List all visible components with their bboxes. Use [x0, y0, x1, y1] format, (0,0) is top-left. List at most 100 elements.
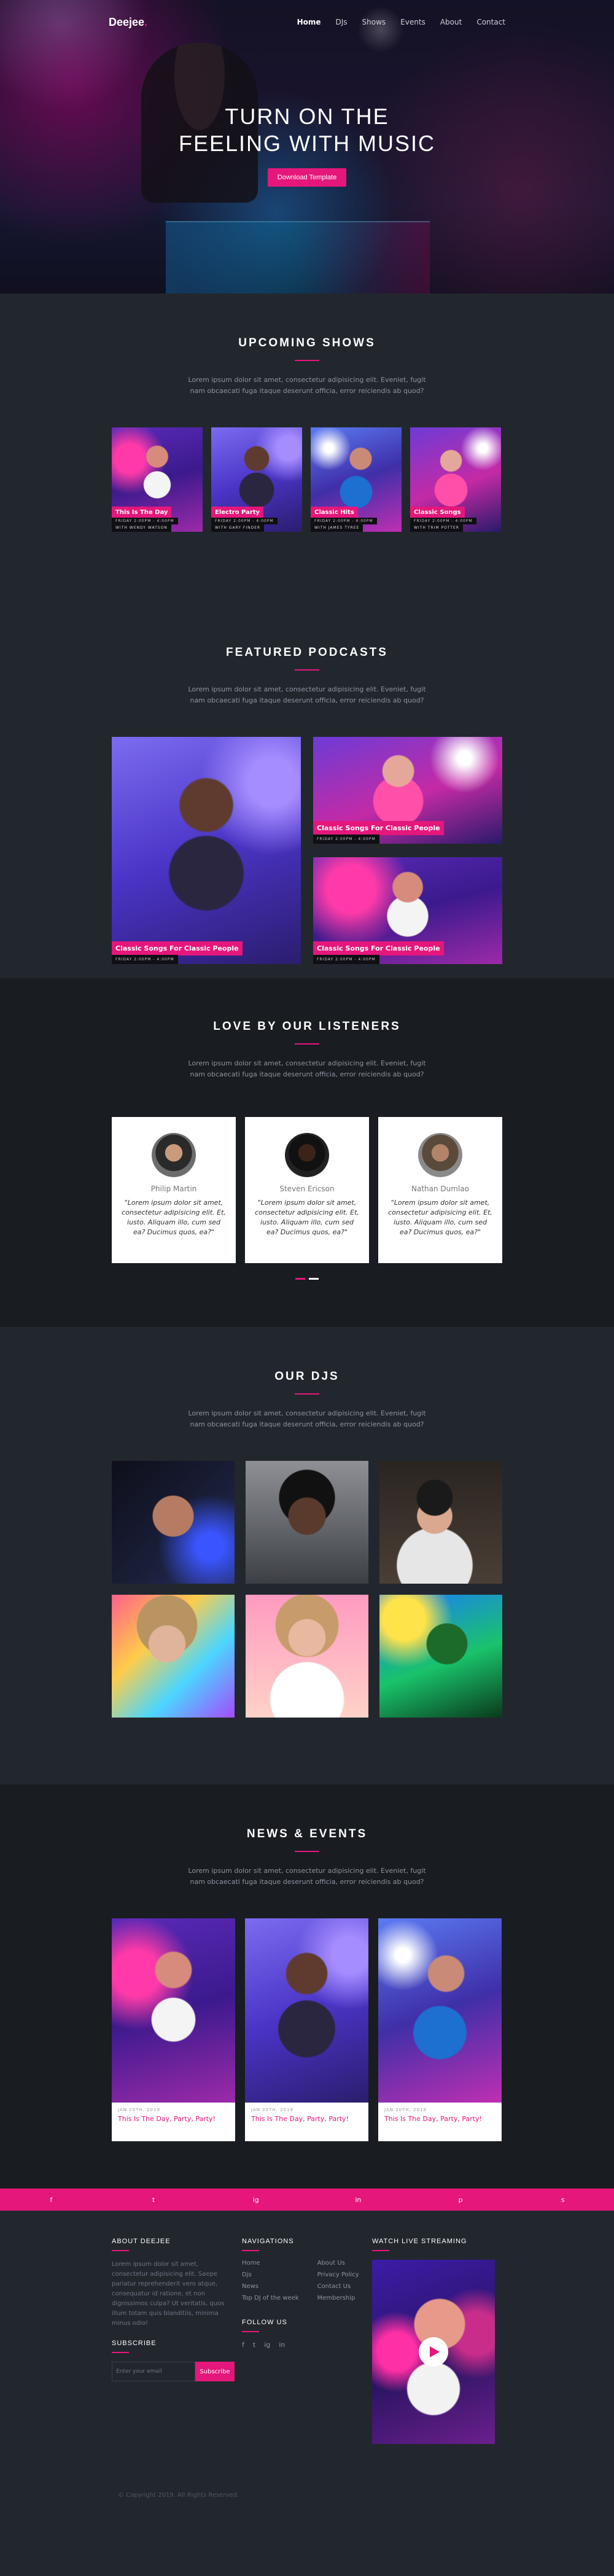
nav-item-shows[interactable]: Shows: [362, 18, 386, 26]
testimonial-quote: "Lorem ipsum dolor sit amet, consectetur…: [255, 1199, 359, 1236]
news-title[interactable]: This Is The Day, Party, Party!: [251, 2115, 362, 2123]
podcast-time: FRIDAY 2:00PM - 4:00PM: [112, 955, 178, 964]
podcast-card[interactable]: Classic Songs For Classic People FRIDAY …: [313, 857, 502, 964]
footer-link[interactable]: Top DJ of the week: [242, 2295, 299, 2302]
podcast-title: Classic Songs For Classic People: [313, 821, 444, 835]
news-card[interactable]: JAN 20TH, 2019 This Is The Day, Party, P…: [378, 1918, 502, 2141]
news-date: JAN 20TH, 2019: [251, 2107, 293, 2112]
title-divider: [295, 1043, 319, 1045]
avatar: [285, 1133, 329, 1177]
dj-grid: [112, 1461, 502, 1718]
carousel-dot[interactable]: [295, 1278, 305, 1280]
listener-name: Philip Martin: [150, 1185, 197, 1193]
live-stream-video[interactable]: [372, 2260, 495, 2444]
avatar: [418, 1133, 462, 1177]
footer-heading: FOLLOW US: [242, 2319, 287, 2326]
podcast-card[interactable]: Classic Songs For Classic People FRIDAY …: [313, 737, 502, 844]
nav-item-home[interactable]: Home: [297, 18, 321, 26]
dj-photo[interactable]: [112, 1461, 235, 1584]
section-description: Lorem ipsum dolor sit amet, consectetur …: [188, 1867, 426, 1886]
footer-link[interactable]: News: [242, 2283, 299, 2290]
facebook-icon[interactable]: f: [0, 2196, 103, 2204]
about-text: Lorem ipsum dolor sit amet, consectetur …: [112, 2261, 225, 2327]
news-image: [112, 1918, 235, 2103]
footer-link[interactable]: Contact Us: [317, 2283, 359, 2290]
news-title[interactable]: This Is The Day, Party, Party!: [384, 2115, 495, 2123]
dj-photo[interactable]: [379, 1461, 502, 1584]
logo[interactable]: Deejee.: [109, 16, 147, 29]
dj-photo[interactable]: [112, 1595, 235, 1718]
title-divider: [295, 669, 319, 671]
testimonial-quote: "Lorem ipsum dolor sit amet, consectetur…: [122, 1199, 226, 1236]
testimonial-carousel: Philip Martin "Lorem ipsum dolor sit ame…: [112, 1117, 502, 1263]
footer-about: ABOUT DEEJEE Lorem ipsum dolor sit amet,…: [112, 2238, 242, 2444]
featured-podcasts-section: FEATURED PODCASTS Lorem ipsum dolor sit …: [0, 612, 614, 978]
nav-item-contact[interactable]: Contact: [476, 18, 505, 26]
hero-content: TURN ON THE FEELING WITH MUSIC Download T…: [0, 103, 614, 187]
nav-item-djs[interactable]: DJs: [336, 18, 348, 26]
follow-links: f t ig in: [242, 2341, 372, 2349]
news-card[interactable]: JAN 20TH, 2019 This Is The Day, Party, P…: [245, 1918, 368, 2141]
podcast-card[interactable]: Classic Songs For Classic People FRIDAY …: [112, 737, 301, 964]
listener-name: Nathan Dumlao: [411, 1185, 469, 1193]
linkedin-icon[interactable]: in: [307, 2196, 410, 2204]
hero-title: TURN ON THE FEELING WITH MUSIC: [178, 104, 435, 156]
footer: ABOUT DEEJEE Lorem ipsum dolor sit amet,…: [0, 2211, 614, 2542]
show-title: Electro Party: [211, 507, 264, 518]
section-description: Lorem ipsum dolor sit amet, consectetur …: [188, 1409, 426, 1428]
hero-section: Deejee. Home DJs Shows Events About Cont…: [0, 0, 614, 294]
top-navigation: Deejee. Home DJs Shows Events About Cont…: [0, 0, 614, 44]
nav-item-events[interactable]: Events: [400, 18, 426, 26]
testimonial-card: Nathan Dumlao "Lorem ipsum dolor sit ame…: [378, 1117, 502, 1263]
testimonial-card: Steven Ericson "Lorem ipsum dolor sit am…: [245, 1117, 369, 1263]
footer-link[interactable]: About Us: [317, 2260, 359, 2267]
section-description: Lorem ipsum dolor sit amet, consectetur …: [188, 1059, 426, 1078]
news-card[interactable]: JAN 20TH, 2019 This Is The Day, Party, P…: [112, 1918, 235, 2141]
footer-link[interactable]: Membership: [317, 2295, 359, 2302]
section-description: Lorem ipsum dolor sit amet, consectetur …: [188, 685, 426, 704]
listeners-section: LOVE BY OUR LISTENERS Lorem ipsum dolor …: [0, 978, 614, 1327]
news-title[interactable]: This Is The Day, Party, Party!: [118, 2115, 229, 2123]
play-icon[interactable]: [419, 2337, 448, 2367]
testimonial-quote: "Lorem ipsum dolor sit amet, consectetur…: [388, 1199, 492, 1236]
news-date: JAN 20TH, 2019: [118, 2107, 160, 2112]
podcast-title: Classic Songs For Classic People: [313, 941, 444, 955]
linkedin-icon[interactable]: in: [279, 2341, 285, 2349]
dj-photo[interactable]: [246, 1461, 368, 1584]
footer-link[interactable]: Djs: [242, 2271, 299, 2278]
podcast-time: FRIDAY 2:00PM - 4:00PM: [313, 955, 379, 964]
download-template-button[interactable]: Download Template: [267, 168, 347, 187]
carousel-dot-active[interactable]: [309, 1278, 319, 1280]
footer-link[interactable]: Privacy Policy: [317, 2271, 359, 2278]
email-field[interactable]: Enter your email: [112, 2362, 195, 2381]
dj-photo[interactable]: [246, 1595, 368, 1718]
show-card[interactable]: Classic Hits FRIDAY 2:00PM - 4:00PM WITH…: [311, 427, 402, 532]
dj-photo[interactable]: [379, 1595, 502, 1718]
show-card[interactable]: Classic Songs FRIDAY 2:00PM - 4:00PM WIT…: [410, 427, 501, 532]
instagram-icon[interactable]: ig: [204, 2196, 307, 2204]
title-divider: [295, 1851, 319, 1852]
footer-stream: WATCH LIVE STREAMING: [372, 2238, 502, 2444]
facebook-icon[interactable]: f: [242, 2341, 244, 2349]
our-djs-section: OUR DJS Lorem ipsum dolor sit amet, cons…: [0, 1327, 614, 1784]
pinterest-icon[interactable]: p: [410, 2196, 512, 2204]
snapchat-icon[interactable]: s: [511, 2196, 614, 2204]
footer-heading: ABOUT DEEJEE: [112, 2238, 171, 2245]
nav-item-about[interactable]: About: [440, 18, 462, 26]
subscribe-form: Enter your email Subscribe: [112, 2362, 235, 2381]
title-divider: [295, 1393, 319, 1395]
footer-heading: SUBSCRIBE: [112, 2340, 157, 2347]
testimonial-card: Philip Martin "Lorem ipsum dolor sit ame…: [112, 1117, 236, 1263]
instagram-icon[interactable]: ig: [264, 2341, 270, 2349]
show-host: WITH WENDY WATSON: [112, 524, 171, 532]
twitter-icon[interactable]: t: [103, 2196, 205, 2204]
section-title: OUR DJS: [274, 1370, 340, 1383]
footer-link[interactable]: Home: [242, 2260, 299, 2267]
section-title: NEWS & EVENTS: [246, 1827, 368, 1840]
title-divider: [295, 360, 319, 361]
subscribe-button[interactable]: Subscribe: [195, 2362, 235, 2381]
section-title: UPCOMING SHOWS: [238, 337, 376, 349]
show-card[interactable]: Electro Party FRIDAY 2:00PM - 4:00PM WIT…: [211, 427, 302, 532]
show-card[interactable]: This Is The Day FRIDAY 2:00PM - 4:00PM W…: [112, 427, 203, 532]
twitter-icon[interactable]: t: [253, 2341, 255, 2349]
